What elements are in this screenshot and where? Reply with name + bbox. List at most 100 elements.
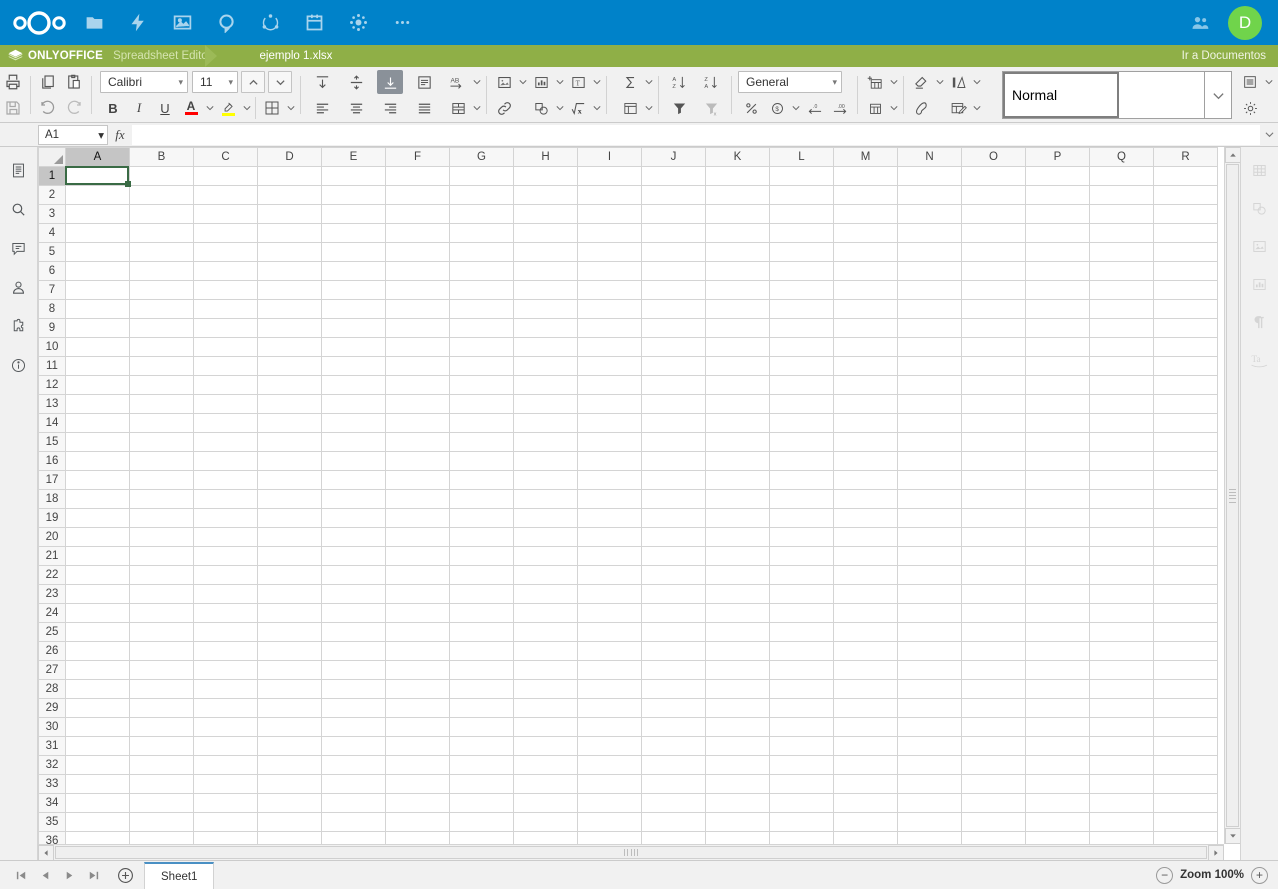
cell-B14[interactable] bbox=[129, 413, 194, 433]
cell-J22[interactable] bbox=[641, 565, 706, 585]
cell-G12[interactable] bbox=[449, 375, 514, 395]
cell-style-normal[interactable]: Normal bbox=[1003, 72, 1119, 118]
cell-B7[interactable] bbox=[129, 280, 194, 300]
cell-L20[interactable] bbox=[769, 527, 834, 547]
cell-R7[interactable] bbox=[1153, 280, 1218, 300]
cell-A35[interactable] bbox=[65, 812, 130, 832]
redo-button[interactable] bbox=[61, 96, 87, 120]
cell-styles-gallery[interactable]: Normal bbox=[1002, 71, 1232, 119]
cell-B31[interactable] bbox=[129, 736, 194, 756]
cell-R28[interactable] bbox=[1153, 679, 1218, 699]
cell-C18[interactable] bbox=[193, 489, 258, 509]
cell-N21[interactable] bbox=[897, 546, 962, 566]
cell-K24[interactable] bbox=[705, 603, 770, 623]
cell-G4[interactable] bbox=[449, 223, 514, 243]
cell-A33[interactable] bbox=[65, 774, 130, 794]
cell-D24[interactable] bbox=[257, 603, 322, 623]
cell-O30[interactable] bbox=[961, 717, 1026, 737]
cell-R8[interactable] bbox=[1153, 299, 1218, 319]
cell-A2[interactable] bbox=[65, 185, 130, 205]
onlyoffice-brand[interactable]: ONLYOFFICE Spreadsheet Editor bbox=[0, 49, 212, 63]
cell-Q20[interactable] bbox=[1089, 527, 1154, 547]
cell-N28[interactable] bbox=[897, 679, 962, 699]
cell-R4[interactable] bbox=[1153, 223, 1218, 243]
copy-button[interactable] bbox=[35, 70, 61, 94]
row-header-30[interactable]: 30 bbox=[38, 717, 66, 737]
align-bottom-button[interactable] bbox=[377, 70, 403, 94]
cell-N11[interactable] bbox=[897, 356, 962, 376]
cell-F5[interactable] bbox=[385, 242, 450, 262]
cell-D9[interactable] bbox=[257, 318, 322, 338]
cell-I14[interactable] bbox=[577, 413, 642, 433]
column-header-J[interactable]: J bbox=[641, 147, 706, 167]
cell-Q15[interactable] bbox=[1089, 432, 1154, 452]
cell-K19[interactable] bbox=[705, 508, 770, 528]
row-header-16[interactable]: 16 bbox=[38, 451, 66, 471]
cell-Q14[interactable] bbox=[1089, 413, 1154, 433]
cell-Q18[interactable] bbox=[1089, 489, 1154, 509]
cell-A5[interactable] bbox=[65, 242, 130, 262]
column-header-Q[interactable]: Q bbox=[1089, 147, 1154, 167]
cell-P24[interactable] bbox=[1025, 603, 1090, 623]
cell-D21[interactable] bbox=[257, 546, 322, 566]
cell-E21[interactable] bbox=[321, 546, 386, 566]
cell-K29[interactable] bbox=[705, 698, 770, 718]
cell-O24[interactable] bbox=[961, 603, 1026, 623]
column-header-G[interactable]: G bbox=[449, 147, 514, 167]
cell-I34[interactable] bbox=[577, 793, 642, 813]
cell-C19[interactable] bbox=[193, 508, 258, 528]
cell-B19[interactable] bbox=[129, 508, 194, 528]
cell-N32[interactable] bbox=[897, 755, 962, 775]
cell-Q1[interactable] bbox=[1089, 166, 1154, 186]
cell-J34[interactable] bbox=[641, 793, 706, 813]
name-box[interactable]: A1 ▾ bbox=[38, 124, 108, 145]
cell-J29[interactable] bbox=[641, 698, 706, 718]
cell-H28[interactable] bbox=[513, 679, 578, 699]
italic-button[interactable]: I bbox=[126, 96, 152, 120]
cell-K28[interactable] bbox=[705, 679, 770, 699]
cell-P12[interactable] bbox=[1025, 375, 1090, 395]
cell-M4[interactable] bbox=[833, 223, 898, 243]
cell-P31[interactable] bbox=[1025, 736, 1090, 756]
row-header-20[interactable]: 20 bbox=[38, 527, 66, 547]
cell-H34[interactable] bbox=[513, 793, 578, 813]
cell-B30[interactable] bbox=[129, 717, 194, 737]
cell-E35[interactable] bbox=[321, 812, 386, 832]
cell-L10[interactable] bbox=[769, 337, 834, 357]
cell-K5[interactable] bbox=[705, 242, 770, 262]
cell-B20[interactable] bbox=[129, 527, 194, 547]
cell-H30[interactable] bbox=[513, 717, 578, 737]
cell-F30[interactable] bbox=[385, 717, 450, 737]
cell-N23[interactable] bbox=[897, 584, 962, 604]
cell-D7[interactable] bbox=[257, 280, 322, 300]
cell-L24[interactable] bbox=[769, 603, 834, 623]
cell-F14[interactable] bbox=[385, 413, 450, 433]
cell-N1[interactable] bbox=[897, 166, 962, 186]
cell-G23[interactable] bbox=[449, 584, 514, 604]
cell-J15[interactable] bbox=[641, 432, 706, 452]
borders-chevron-down-icon[interactable] bbox=[285, 96, 296, 120]
insert-hyperlink-icon[interactable] bbox=[491, 96, 517, 120]
cell-A13[interactable] bbox=[65, 394, 130, 414]
cell-L34[interactable] bbox=[769, 793, 834, 813]
cell-I23[interactable] bbox=[577, 584, 642, 604]
cell-P23[interactable] bbox=[1025, 584, 1090, 604]
column-header-B[interactable]: B bbox=[129, 147, 194, 167]
cell-F1[interactable] bbox=[385, 166, 450, 186]
align-middle-button[interactable] bbox=[343, 70, 369, 94]
cell-P3[interactable] bbox=[1025, 204, 1090, 224]
scroll-left-arrow-icon[interactable] bbox=[38, 844, 54, 860]
cell-F17[interactable] bbox=[385, 470, 450, 490]
cell-I27[interactable] bbox=[577, 660, 642, 680]
cell-P10[interactable] bbox=[1025, 337, 1090, 357]
view-settings-icon[interactable] bbox=[1237, 70, 1263, 94]
chart-settings-icon[interactable] bbox=[1241, 265, 1278, 303]
cell-R23[interactable] bbox=[1153, 584, 1218, 604]
row-header-28[interactable]: 28 bbox=[38, 679, 66, 699]
cell-C31[interactable] bbox=[193, 736, 258, 756]
cell-L11[interactable] bbox=[769, 356, 834, 376]
cell-B35[interactable] bbox=[129, 812, 194, 832]
cell-L29[interactable] bbox=[769, 698, 834, 718]
column-header-A[interactable]: A bbox=[65, 147, 130, 167]
align-justify-button[interactable] bbox=[411, 96, 437, 120]
